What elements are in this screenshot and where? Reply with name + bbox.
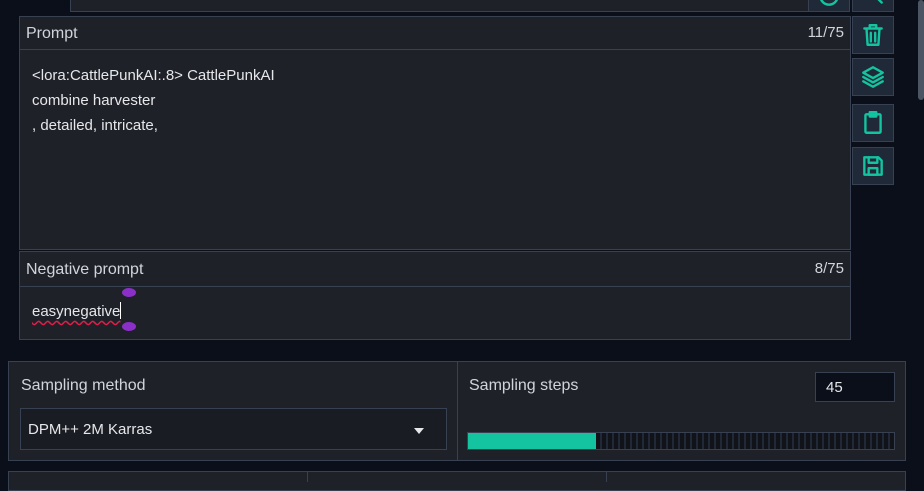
- selection-handle-top[interactable]: [122, 288, 136, 297]
- prompt-label: Prompt: [26, 25, 78, 42]
- prompt-line-2: combine harvester: [32, 92, 156, 109]
- clear-prompt-button[interactable]: [852, 16, 894, 54]
- sampling-steps-input[interactable]: 45: [815, 372, 895, 402]
- top-input-strip: [70, 0, 810, 12]
- sampling-steps-label: Sampling steps: [469, 377, 579, 394]
- search-icon: [877, 0, 883, 4]
- search-button[interactable]: [852, 0, 894, 12]
- next-row-strip: [8, 471, 906, 491]
- negative-prompt-panel: Negative prompt 8/75 easynegative: [19, 251, 851, 340]
- negative-prompt-token-counter: 8/75: [814, 260, 844, 277]
- save-style-button[interactable]: [852, 147, 894, 185]
- sampling-steps-slider[interactable]: [467, 432, 895, 450]
- save-icon: [863, 156, 883, 176]
- sampling-method-value: DPM++ 2M Karras: [28, 421, 153, 438]
- prompt-token-counter: 11/75: [807, 24, 844, 41]
- prompt-line-3: , detailed, intricate,: [32, 117, 158, 134]
- sampling-method-label: Sampling method: [21, 377, 146, 394]
- page-scrollbar[interactable]: [918, 0, 924, 100]
- styles-button[interactable]: [852, 58, 894, 96]
- selection-handle-bottom[interactable]: [122, 322, 136, 331]
- prompt-panel: Prompt 11/75 <lora:CattlePunkAI:.8> Catt…: [19, 16, 851, 250]
- sampling-method-dropdown[interactable]: DPM++ 2M Karras: [20, 408, 447, 450]
- text-cursor: [120, 302, 122, 319]
- sampling-steps-value: 45: [826, 379, 843, 396]
- negative-prompt-text: easynegative: [32, 303, 121, 320]
- clipboard-icon: [864, 110, 882, 134]
- negative-prompt-divider: [20, 286, 850, 287]
- sampling-steps-slider-fill: [468, 433, 596, 449]
- negative-prompt-label: Negative prompt: [26, 261, 144, 278]
- sampling-row: Sampling method DPM++ 2M Karras Sampling…: [8, 361, 906, 461]
- refresh-button[interactable]: [808, 0, 850, 12]
- prompt-line-1: <lora:CattlePunkAI:.8> CattlePunkAI: [32, 67, 275, 84]
- chevron-down-icon: [414, 428, 424, 434]
- paste-button[interactable]: [852, 104, 894, 142]
- prompt-divider: [20, 49, 850, 50]
- trash-icon: [863, 24, 883, 46]
- prompt-textarea[interactable]: <lora:CattlePunkAI:.8> CattlePunkAI comb…: [32, 63, 832, 233]
- refresh-icon: [819, 0, 839, 6]
- sampling-column-divider: [457, 362, 458, 460]
- layers-icon: [862, 66, 884, 88]
- negative-prompt-textarea[interactable]: easynegative: [32, 299, 832, 329]
